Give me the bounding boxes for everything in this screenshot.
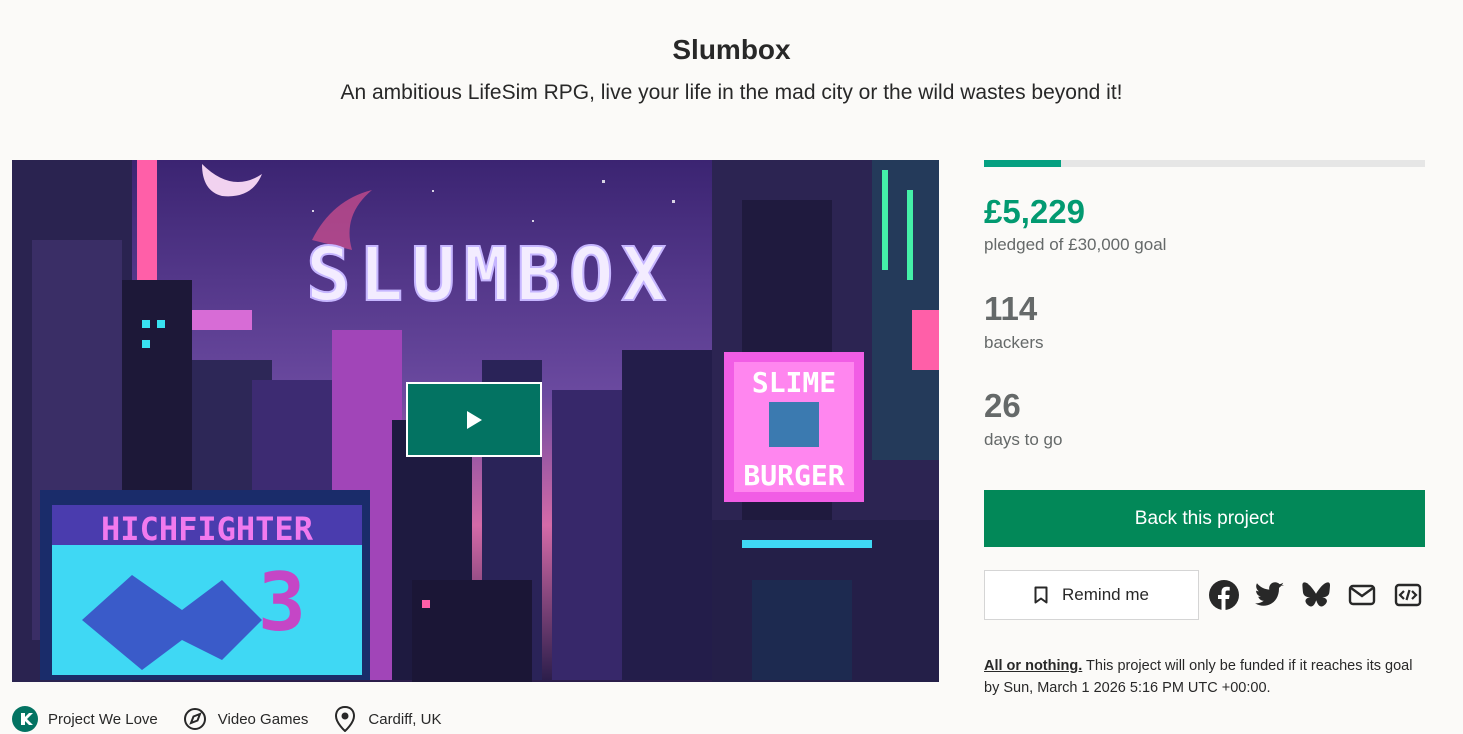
funding-note: All or nothing. This project will only b… <box>984 655 1429 699</box>
facebook-icon[interactable] <box>1208 579 1240 611</box>
pledged-goal-label: pledged of £30,000 goal <box>984 235 1167 254</box>
video-sign-left-number: 3 <box>258 556 306 649</box>
funding-progress-fill <box>984 160 1061 167</box>
bluesky-icon[interactable] <box>1300 579 1332 611</box>
backers-label: backers <box>984 333 1044 352</box>
all-or-nothing-link[interactable]: All or nothing. <box>984 658 1082 674</box>
location-pin-icon <box>332 706 358 732</box>
video-sign-left-text: HICHFIGHTER <box>101 510 314 548</box>
email-icon[interactable] <box>1346 579 1378 611</box>
project-meta-row: Project We Love Video Games Cardiff, UK <box>12 704 465 734</box>
location-link[interactable]: Cardiff, UK <box>332 706 441 732</box>
days-to-go-count: 26 <box>984 387 1021 424</box>
remind-me-button[interactable]: Remind me <box>984 570 1199 620</box>
embed-icon[interactable] <box>1392 579 1424 611</box>
bookmark-icon <box>1034 586 1048 604</box>
compass-icon <box>182 706 208 732</box>
pledged-amount: £5,229 <box>984 193 1085 230</box>
play-button[interactable] <box>406 382 542 457</box>
back-this-project-button[interactable]: Back this project <box>984 490 1425 547</box>
funding-progress-bar <box>984 160 1425 167</box>
play-icon <box>467 410 482 429</box>
kickstarter-badge-icon <box>12 706 38 732</box>
video-sign-right-top: SLIME <box>752 366 836 399</box>
twitter-icon[interactable] <box>1254 579 1286 611</box>
project-title: Slumbox <box>672 34 791 65</box>
days-to-go-label: days to go <box>984 430 1063 449</box>
project-video[interactable]: SLUMBOX HICHFIGHTER 3 SLIME BURGER <box>12 160 939 682</box>
project-we-love-badge[interactable]: Project We Love <box>12 706 158 732</box>
share-icons <box>1208 578 1438 612</box>
remind-me-label: Remind me <box>1062 585 1149 604</box>
video-logo-text: SLUMBOX <box>306 232 674 318</box>
backers-count: 114 <box>984 290 1038 327</box>
video-sign-right-bottom: BURGER <box>743 459 844 492</box>
category-link[interactable]: Video Games <box>182 706 308 732</box>
project-blurb: An ambitious LifeSim RPG, live your life… <box>340 81 1123 104</box>
